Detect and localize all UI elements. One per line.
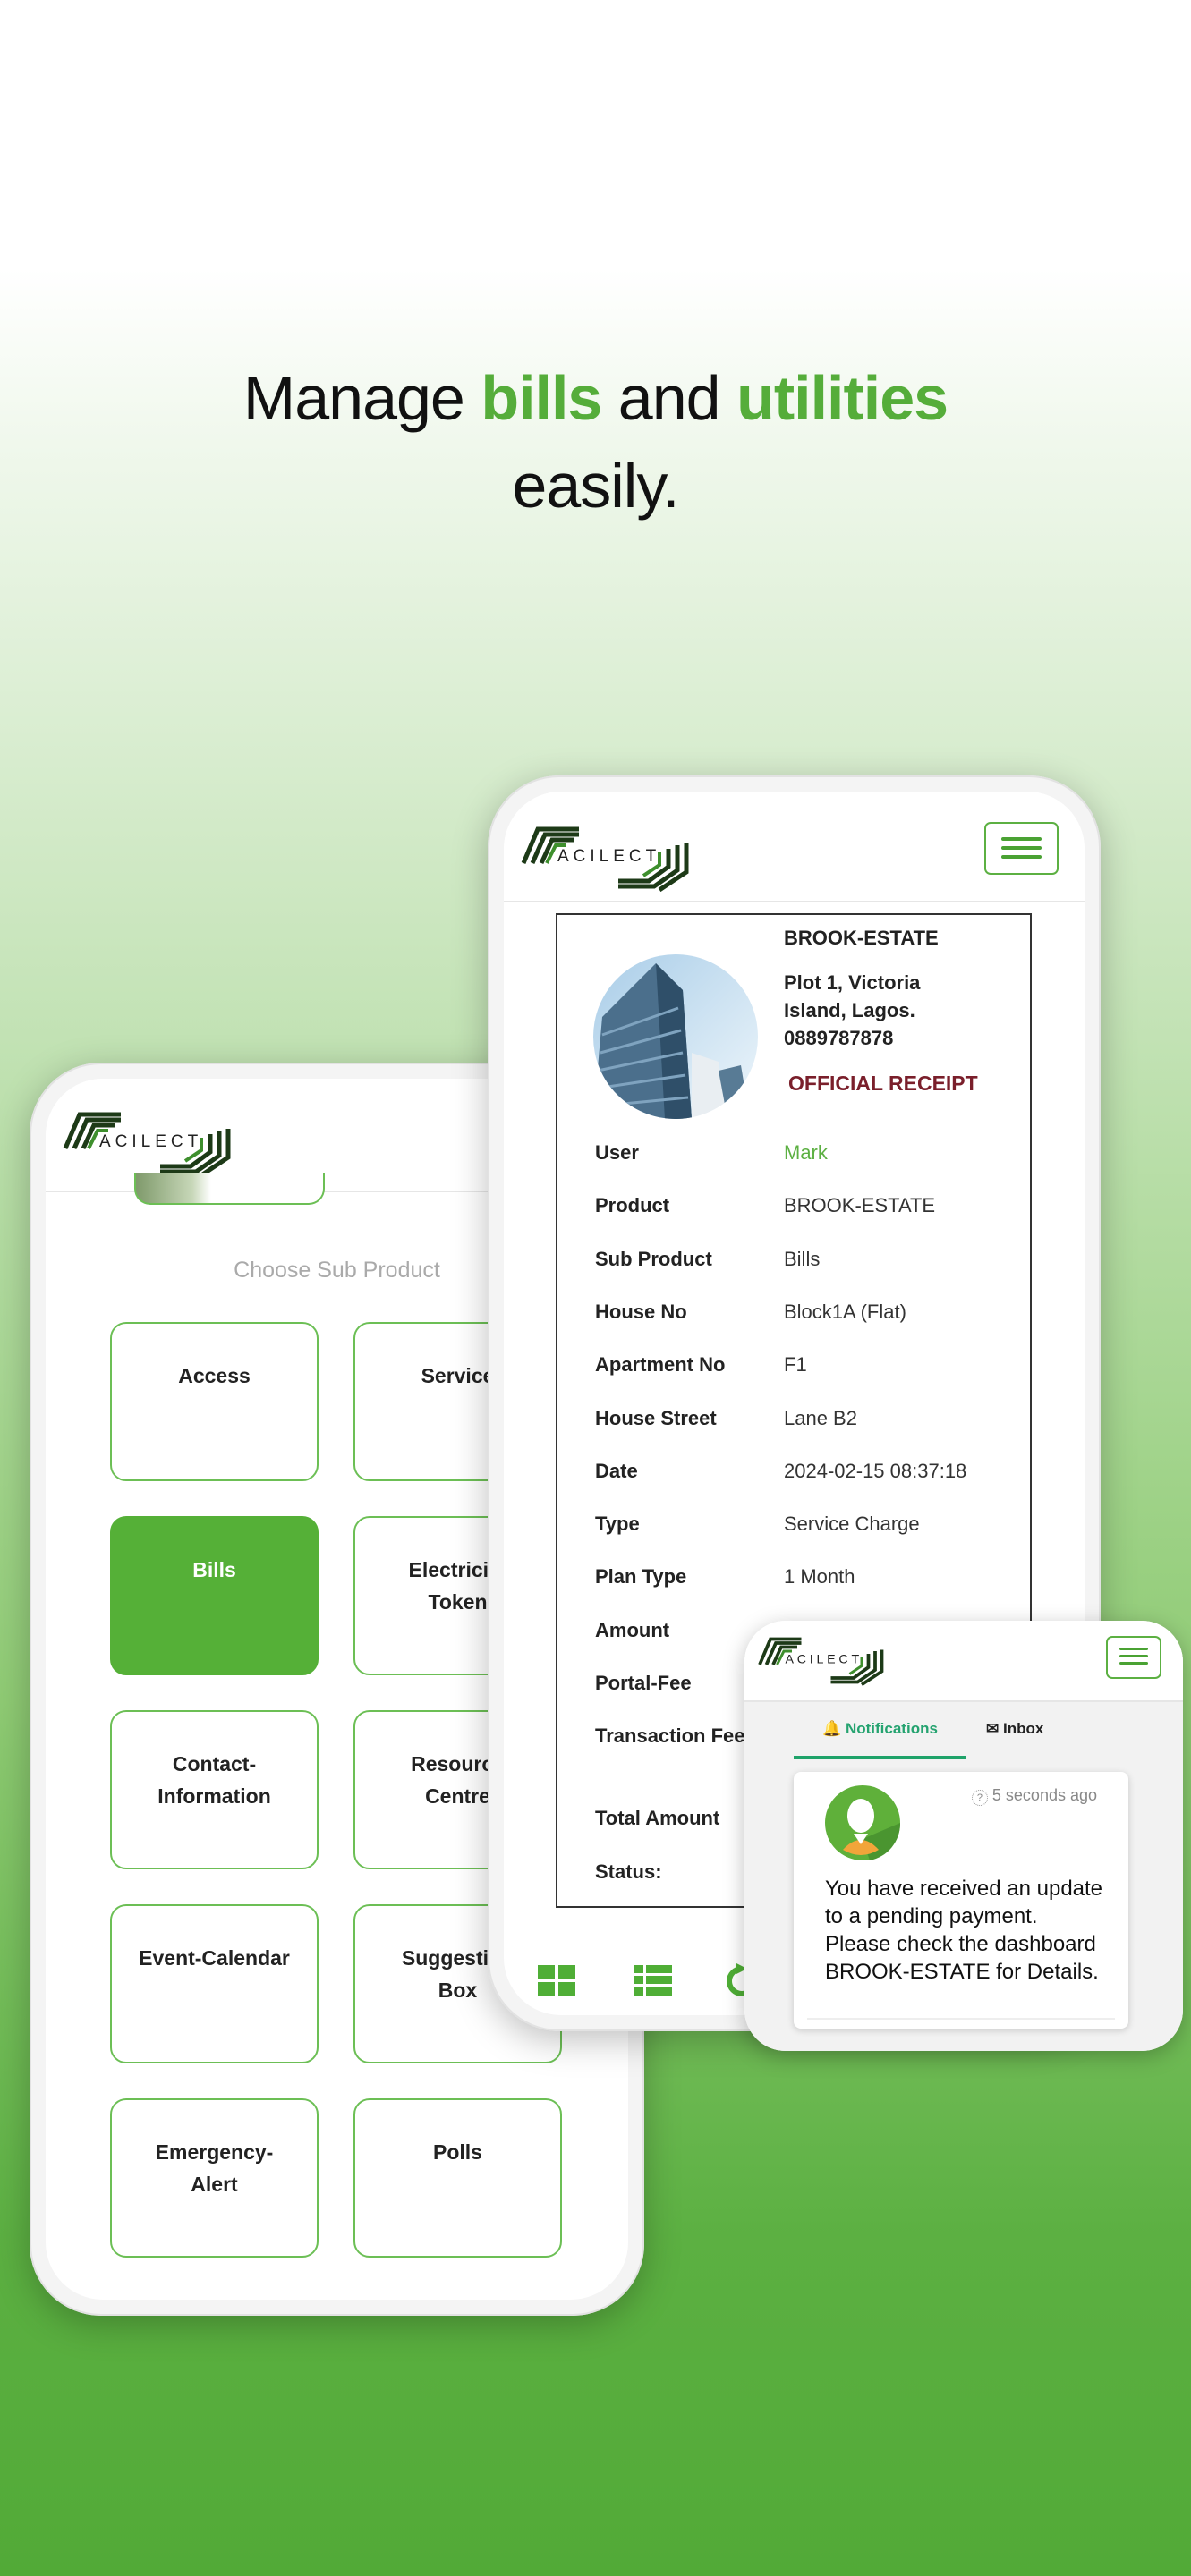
receipt-value: F1: [784, 1353, 807, 1377]
tab-inbox[interactable]: ✉ Inbox: [986, 1702, 1093, 1759]
receipt-label: Type: [595, 1513, 640, 1536]
receipt-value: Mark: [784, 1141, 828, 1164]
svg-text:ACILECT: ACILECT: [99, 1132, 202, 1151]
receipt-label: Portal-Fee: [595, 1672, 692, 1694]
hamburger-line: [1119, 1655, 1149, 1657]
tab-notifications[interactable]: 🔔 Notifications: [794, 1702, 966, 1759]
notification-body: 🔔 Notifications ✉ Inbox ? 5 seconds ago …: [744, 1702, 1183, 2051]
estate-address-2: Island, Lagos.: [784, 999, 915, 1021]
list-icon[interactable]: [634, 1965, 672, 1996]
headline-line2: easily.: [512, 451, 679, 521]
receipt-label: Apartment No: [595, 1353, 726, 1377]
menu-button[interactable]: [984, 822, 1059, 875]
sub-product-tile[interactable]: Access: [110, 1322, 319, 1481]
headline-line1: Manage bills and utilities: [242, 363, 949, 433]
estate-address-1: Plot 1, Victoria: [784, 971, 921, 994]
building-image: [593, 954, 758, 1119]
sub-product-tile[interactable]: Bills: [110, 1516, 319, 1675]
divider: [807, 2018, 1115, 2020]
receipt-label: Sub Product: [595, 1247, 712, 1270]
receipt-value: Bills: [784, 1247, 821, 1270]
receipt-value: 2024-02-15 08:37:18: [784, 1459, 967, 1482]
hamburger-icon: [1119, 1648, 1149, 1650]
grid-icon[interactable]: [538, 1965, 575, 1996]
envelope-icon: ✉: [986, 1720, 1000, 1737]
bell-icon: 🔔: [822, 1720, 842, 1737]
product-image-partial: [134, 1173, 325, 1205]
receipt-label: Product: [595, 1194, 670, 1217]
logo: ACILECT: [521, 826, 689, 892]
receipt-label: House No: [595, 1300, 687, 1323]
receipt-value: Service Charge: [784, 1513, 920, 1536]
receipt-value: 1 Month: [784, 1565, 855, 1589]
estate-name: BROOK-ESTATE: [784, 927, 939, 949]
app-header: ACILECT: [504, 792, 1085, 902]
receipt-label: User: [595, 1141, 639, 1164]
sub-product-tile[interactable]: Polls: [353, 2098, 562, 2258]
svg-text:ACILECT: ACILECT: [786, 1653, 863, 1667]
receipt-label: Date: [595, 1459, 638, 1482]
receipt-label: Plan Type: [595, 1565, 687, 1589]
sub-product-tile[interactable]: Emergency-Alert: [110, 2098, 319, 2258]
receipt-label: Total Amount: [595, 1807, 720, 1830]
receipt-label: Status:: [595, 1860, 662, 1883]
hamburger-line: [1001, 846, 1042, 850]
notification-window: ACILECT 🔔 Notifications ✉ Inbox ? 5 seco…: [744, 1621, 1183, 2051]
notification-message: You have received an update to a pending…: [825, 1877, 1103, 1984]
receipt-value: BROOK-ESTATE: [784, 1194, 936, 1217]
receipt-label: Amount: [595, 1618, 670, 1641]
receipt-value: Block1A (Flat): [784, 1300, 906, 1323]
sub-product-tile[interactable]: Event-Calendar: [110, 1904, 319, 2063]
svg-text:ACILECT: ACILECT: [557, 847, 660, 866]
receipt-title: OFFICIAL RECEIPT: [788, 1072, 978, 1095]
notification-card[interactable]: ? 5 seconds ago You have received an upd…: [794, 1772, 1128, 2029]
hamburger-icon: [1001, 837, 1042, 841]
app-header: ACILECT: [744, 1621, 1183, 1702]
hamburger-line: [1119, 1662, 1149, 1665]
clock-icon: ?: [971, 1790, 988, 1806]
menu-button[interactable]: [1106, 1636, 1161, 1679]
receipt-value: Lane B2: [784, 1406, 857, 1429]
logo: ACILECT: [63, 1112, 231, 1177]
avatar: [825, 1785, 900, 1860]
estate-phone: 0889787878: [784, 1027, 894, 1049]
logo: ACILECT: [758, 1637, 884, 1687]
receipt-label: Transaction Fee: [595, 1724, 745, 1748]
receipt-label: House Street: [595, 1406, 717, 1429]
notification-time: ? 5 seconds ago: [971, 1786, 1097, 1806]
hamburger-line: [1001, 855, 1042, 859]
sub-product-tile[interactable]: Contact-Information: [110, 1710, 319, 1869]
